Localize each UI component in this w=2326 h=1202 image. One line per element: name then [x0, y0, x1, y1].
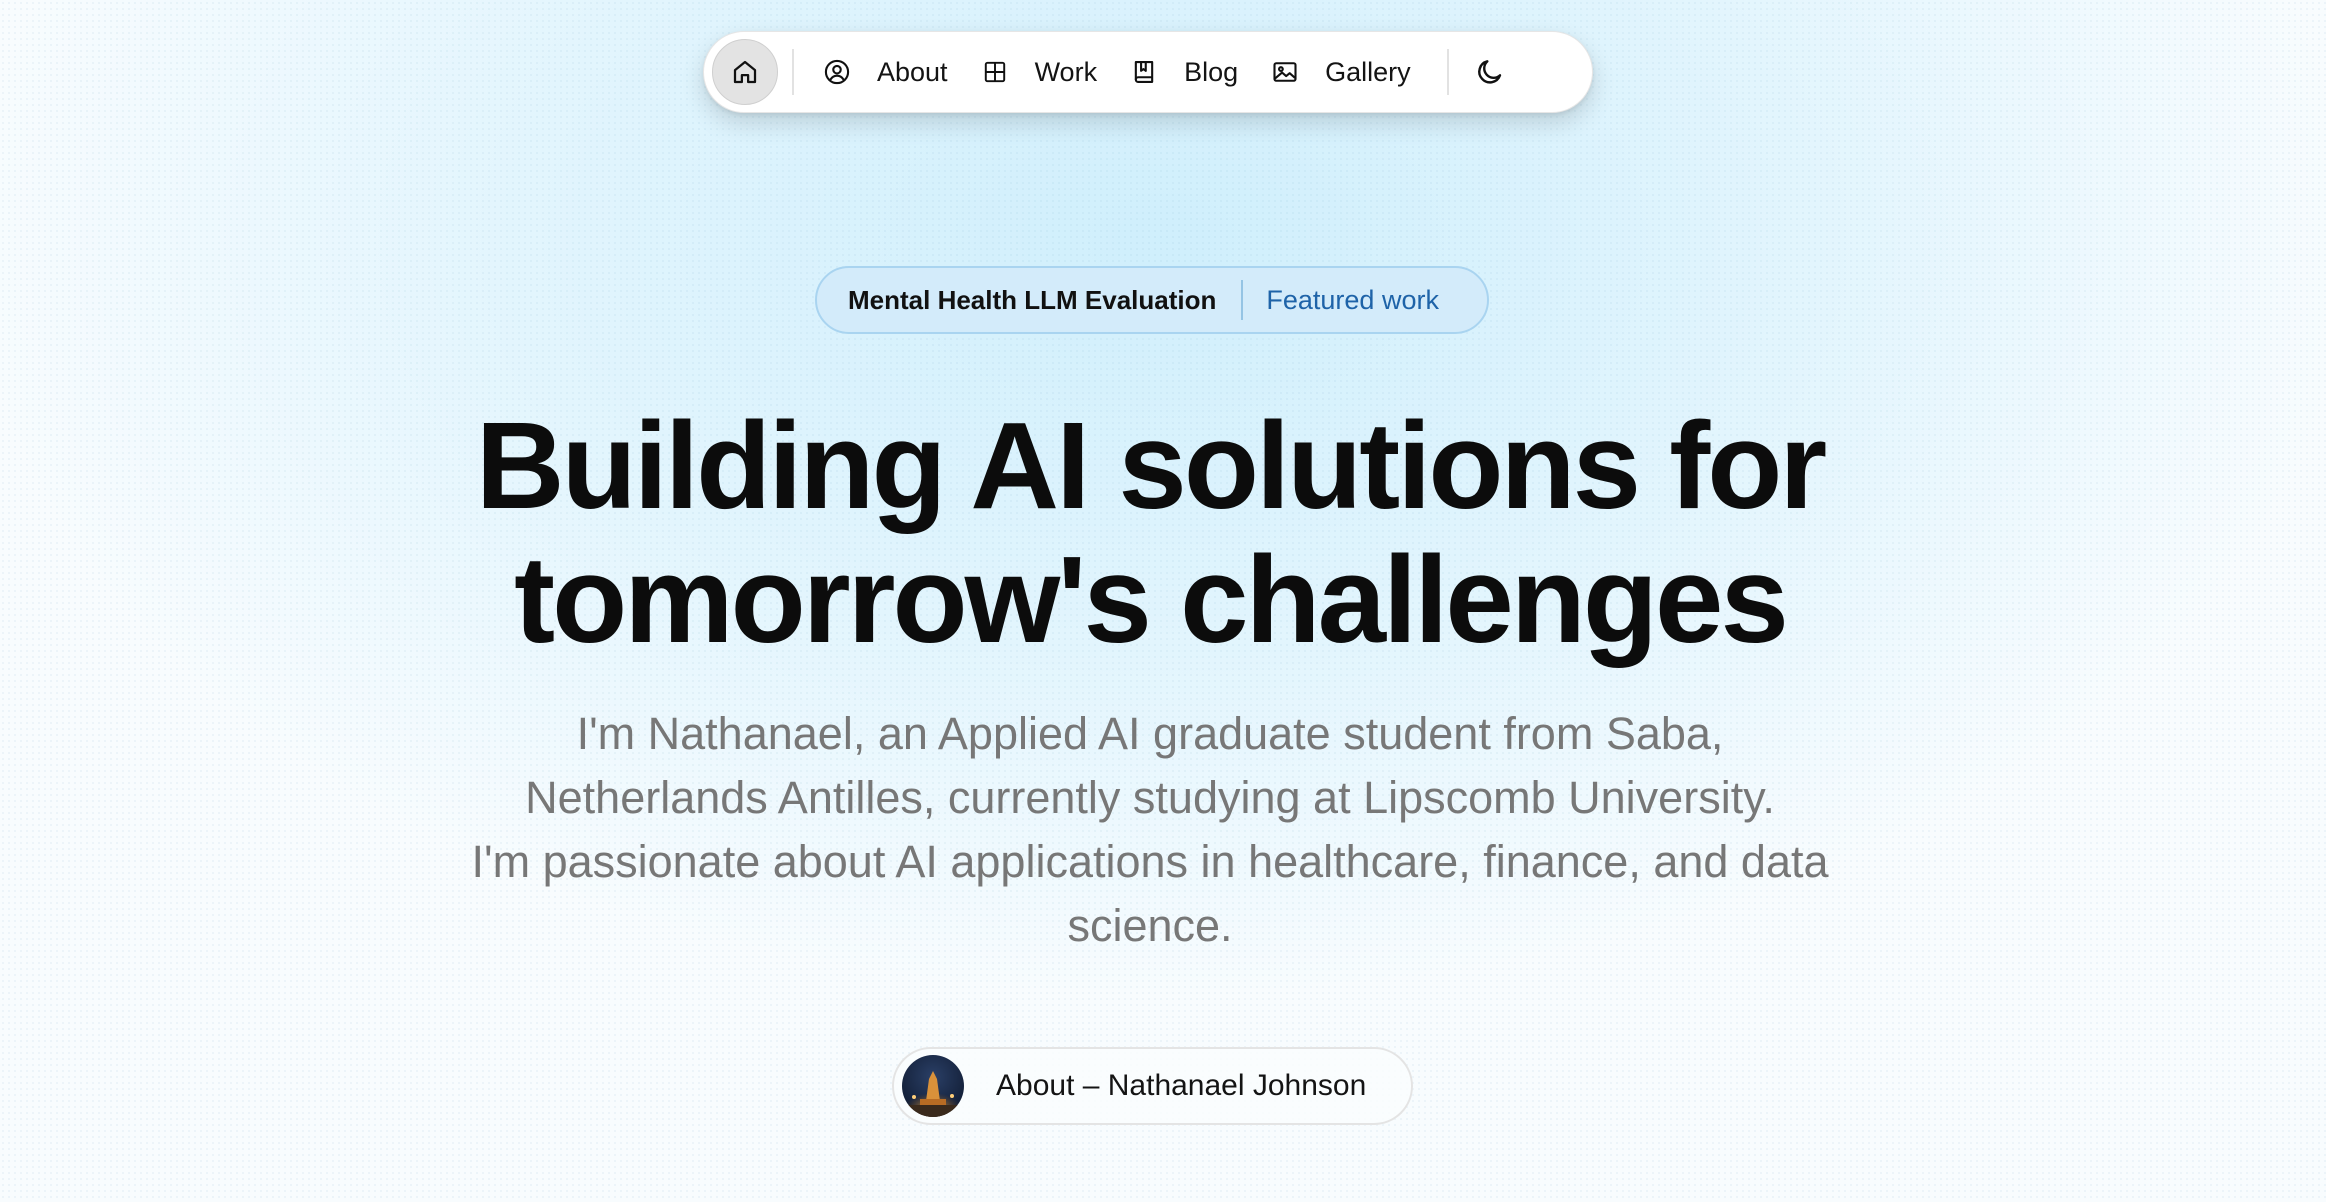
- book-icon: [1129, 57, 1159, 87]
- nav-item-label: Work: [1034, 56, 1098, 87]
- intro-line: I'm passionate about AI applications in …: [471, 836, 1829, 887]
- home-icon: [733, 60, 757, 84]
- featured-work-title: Mental Health LLM Evaluation: [848, 284, 1217, 315]
- nav-item-work[interactable]: Work: [964, 42, 1114, 102]
- nav-item-label: Gallery: [1325, 56, 1411, 87]
- headline-line: Building AI solutions for: [475, 398, 1827, 535]
- intro-line: Netherlands Antilles, currently studying…: [525, 772, 1775, 823]
- nav-item-blog[interactable]: Blog: [1113, 42, 1254, 102]
- nav-item-gallery[interactable]: Gallery: [1254, 42, 1427, 102]
- nav-item-label: About: [877, 56, 948, 87]
- nav-divider: [1446, 49, 1449, 95]
- nav-item-label: Blog: [1184, 56, 1239, 87]
- about-button-label: About – Nathanael Johnson: [996, 1069, 1367, 1102]
- featured-work-badge[interactable]: Mental Health LLM Evaluation Featured wo…: [815, 266, 1489, 334]
- about-button[interactable]: About – Nathanael Johnson: [892, 1047, 1413, 1125]
- theme-toggle-button[interactable]: [1459, 41, 1521, 103]
- nav-divider: [792, 49, 794, 95]
- featured-work-link[interactable]: Featured work: [1266, 285, 1439, 316]
- avatar: [902, 1055, 964, 1117]
- intro-line: I'm Nathanael, an Applied AI graduate st…: [576, 708, 1724, 759]
- nav-home-button[interactable]: [712, 39, 778, 105]
- featured-divider: [1241, 280, 1244, 320]
- headline-line: tomorrow's challenges: [514, 532, 1789, 669]
- user-circle-icon: [822, 57, 852, 87]
- image-icon: [1270, 57, 1300, 87]
- hero-intro: I'm Nathanael, an Applied AI graduate st…: [330, 702, 1970, 958]
- nav-item-about[interactable]: About: [806, 42, 964, 102]
- grid-icon: [980, 57, 1010, 87]
- intro-line: science.: [1067, 900, 1233, 951]
- hero-headline: Building AI solutions for tomorrow's cha…: [300, 400, 2000, 668]
- moon-icon: [1477, 60, 1501, 84]
- top-nav: About Work Blog Gallery: [703, 31, 1593, 113]
